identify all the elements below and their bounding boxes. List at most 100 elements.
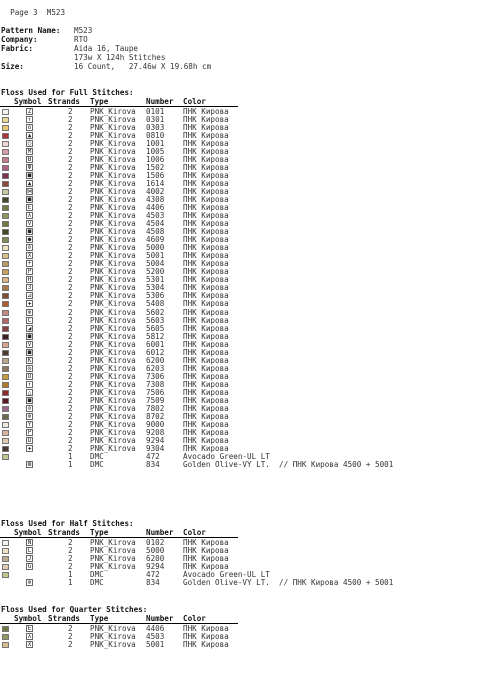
- fabric-value: Aida 16, Taupe: [74, 44, 139, 53]
- quarter-stitches-title: Floss Used for Quarter Stitches:: [1, 605, 148, 614]
- strands-cell: 1: [68, 578, 73, 588]
- color-swatch: [2, 133, 9, 140]
- col-number-header: Number: [146, 97, 174, 106]
- color-swatch: [2, 245, 9, 252]
- col-type-header: Type: [90, 528, 109, 537]
- floss-row: C 2 PNK_Kirova 5603 ПНК Кирова: [0, 316, 494, 325]
- chart-symbol: Y: [26, 420, 33, 428]
- number-cell: 5001: [146, 640, 165, 650]
- strands-cell: 1: [68, 459, 73, 469]
- floss-row: N 2 PNK_Kirova 0102 ПНК Кирова: [0, 539, 494, 547]
- chart-symbol: E: [26, 625, 33, 632]
- chart-symbol: ■: [26, 228, 33, 236]
- pattern-name-value: M523: [74, 26, 93, 35]
- floss-row: V 2 PNK_Kirova 6001 ПНК Кирова: [0, 340, 494, 349]
- floss-row: ■ 2 PNK_Kirova 4508 ПНК Кирова: [0, 228, 494, 236]
- chart-symbol: ◢: [26, 324, 33, 332]
- color-swatch: [2, 421, 9, 428]
- chart-symbol: ✚: [26, 444, 33, 452]
- chart-symbol: P: [26, 268, 33, 276]
- chart-symbol: o: [26, 124, 33, 132]
- floss-row: ■ 2 PNK_Kirova 7509 ПНК Кирова: [0, 396, 494, 405]
- color-swatch: [2, 373, 9, 380]
- half-stitches-title: Floss Used for Half Stitches:: [1, 519, 134, 528]
- floss-row: o 2 PNK_Kirova 0303 ПНК Кирова: [0, 124, 494, 132]
- floss-row: +2 PNK_Kirova 5004 ПНК Кирова: [0, 260, 494, 268]
- chart-symbol: ↑: [26, 380, 33, 388]
- floss-row: ⊘ 2 PNK_Kirova 5000 ПНК Кирова: [0, 244, 494, 252]
- chart-symbol: J: [26, 555, 33, 563]
- chart-symbol: 3: [26, 284, 33, 292]
- chart-symbol: ✚: [26, 300, 33, 308]
- col-color-header: Color: [183, 97, 206, 106]
- floss-row: D 2 PNK_Kirova 9294 ПНК Кирова: [0, 436, 494, 445]
- size-label: Size:: [1, 62, 24, 71]
- number-cell: 834: [146, 578, 160, 588]
- floss-row: ○ 2 PNK_Kirova 1001 ПНК Кирова: [0, 140, 494, 148]
- col-symbol-header: Symbol: [14, 528, 42, 537]
- color-swatch: [2, 572, 9, 579]
- color-name-cell: ПНК Кирова: [183, 640, 229, 650]
- chart-symbol: C: [26, 316, 33, 324]
- chart-symbol: ∧: [26, 633, 33, 641]
- color-swatch: [2, 445, 9, 452]
- floss-row: ∧ 2 PNK_Kirova 4503 ПНК Кирова: [0, 633, 494, 641]
- chart-symbol: ⊘: [26, 244, 33, 252]
- floss-row: ↑ 2 PNK_Kirova 7308 ПНК Кирова: [0, 380, 494, 389]
- color-swatch: [2, 389, 9, 396]
- color-swatch: [2, 141, 9, 148]
- color-swatch: [2, 564, 9, 571]
- color-swatch: [2, 325, 9, 332]
- floss-row: ↑ 2 PNK_Kirova 0301 ПНК Кирова: [0, 116, 494, 124]
- page-header: Page 3 M523: [1, 1, 65, 17]
- floss-row: Ф 2 PNK_Kirova 1502 ПНК Кирова: [0, 164, 494, 172]
- col-number-header: Number: [146, 614, 174, 623]
- chart-symbol: ⊗: [26, 308, 33, 316]
- color-swatch: [2, 365, 9, 372]
- floss-row: O 2 PNK_Kirova 7306 ПНК Кирова: [0, 372, 494, 381]
- color-swatch: [2, 221, 9, 228]
- color-swatch: [2, 381, 9, 388]
- chart-symbol: V: [26, 340, 33, 348]
- type-cell: DMC: [90, 578, 104, 588]
- color-swatch: [2, 285, 9, 292]
- col-type-header: Type: [90, 614, 109, 623]
- floss-row: ▲ 2 PNK_Kirova 1614 ПНК Кирова: [0, 180, 494, 188]
- floss-row: J 2 PNK_Kirova 6200 ПНК Кирова: [0, 555, 494, 563]
- color-swatch: [2, 181, 9, 188]
- floss-row: L 2 PNK_Kirova 5000 ПНК Кирова: [0, 547, 494, 555]
- color-swatch: [2, 253, 9, 260]
- chart-symbol: V: [26, 220, 33, 228]
- floss-row: ■ 2 PNK_Kirova 4308 ПНК Кирова: [0, 196, 494, 204]
- chart-symbol: ■: [26, 172, 33, 180]
- fabric-label: Fabric:: [1, 44, 34, 53]
- chart-symbol: X: [26, 641, 33, 649]
- chart-symbol: ■: [26, 396, 33, 404]
- floss-row: ⊗ 2 PNK_Kirova 8702 ПНК Кирова: [0, 412, 494, 421]
- floss-row: B 2 PNK_Kirova 1006 ПНК Кирова: [0, 156, 494, 164]
- chart-symbol: K: [26, 356, 33, 364]
- page-label: Page 3: [10, 8, 38, 17]
- col-strands-header: Strands: [48, 97, 81, 106]
- floss-row: ∧ 2 PNK_Kirova 4503 ПНК Кирова: [0, 212, 494, 220]
- chart-symbol: ⊘: [26, 404, 33, 412]
- floss-row: △ 2 PNK_Kirova 7506 ПНК Кирова: [0, 388, 494, 397]
- floss-row: K 2 PNK_Kirova 6200 ПНК Кирова: [0, 356, 494, 365]
- color-swatch: [2, 269, 9, 276]
- floss-row: ⊘ 2 PNK_Kirova 7802 ПНК Кирова: [0, 404, 494, 413]
- chart-symbol: X: [26, 252, 33, 260]
- color-swatch: [2, 333, 9, 340]
- color-swatch: [2, 213, 9, 220]
- stitch-count: 173w X 124h Stitches: [74, 53, 166, 62]
- color-swatch: [2, 642, 9, 649]
- color-swatch: [2, 237, 9, 244]
- col-symbol-header: Symbol: [14, 614, 42, 623]
- floss-row: ■ 2 PNK_Kirova 1506 ПНК Кирова: [0, 172, 494, 180]
- chart-symbol: ▲: [26, 180, 33, 188]
- color-swatch: [2, 149, 9, 156]
- color-swatch: [2, 634, 9, 641]
- color-name-cell: Golden Olive-VY LT. // ПНК Кирова 4500 +…: [183, 459, 394, 469]
- chart-symbol: ⋈: [26, 188, 33, 196]
- color-swatch: [2, 349, 9, 356]
- color-swatch: [2, 293, 9, 300]
